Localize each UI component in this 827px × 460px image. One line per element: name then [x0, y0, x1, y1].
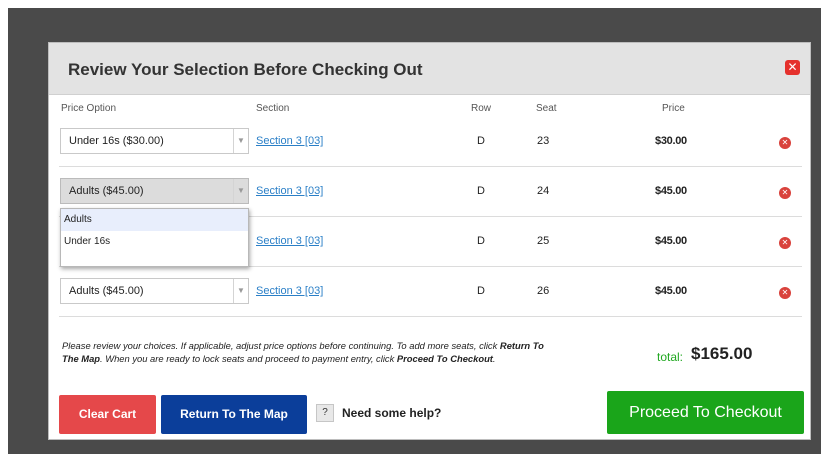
- proceed-to-checkout-button[interactable]: Proceed To Checkout: [607, 391, 804, 434]
- remove-seat-icon[interactable]: ✕: [779, 237, 791, 249]
- dropdown-option-under-16s[interactable]: Under 16s: [61, 231, 248, 253]
- modal-title: Review Your Selection Before Checking Ou…: [68, 60, 423, 79]
- table-row: Under 16s ($30.00) ▼ Section 3 [03] D 23…: [59, 117, 802, 167]
- row-value: D: [477, 235, 485, 247]
- section-link[interactable]: Section 3 [03]: [256, 285, 323, 297]
- chevron-down-icon[interactable]: ▼: [233, 179, 248, 203]
- seat-value: 24: [537, 185, 550, 197]
- col-header-price-option: Price Option: [61, 103, 117, 114]
- price-value: $45.00: [655, 185, 687, 197]
- note-bold-checkout: Proceed To Checkout: [396, 353, 493, 364]
- price-option-select[interactable]: Adults ($45.00) ▼: [60, 178, 249, 204]
- row-value: D: [477, 285, 485, 297]
- remove-seat-icon[interactable]: ✕: [779, 187, 791, 199]
- col-header-price: Price: [662, 103, 685, 114]
- col-header-section: Section: [256, 103, 290, 114]
- clear-cart-button[interactable]: Clear Cart: [59, 395, 156, 434]
- row-value: D: [477, 185, 485, 197]
- section-link[interactable]: Section 3 [03]: [256, 135, 323, 147]
- section-link[interactable]: Section 3 [03]: [256, 185, 323, 197]
- help-icon[interactable]: ?: [316, 404, 334, 422]
- price-option-value: Adults ($45.00): [69, 185, 144, 197]
- instructions-note: Please review your choices. If applicabl…: [62, 339, 562, 365]
- price-option-dropdown: Adults Under 16s: [60, 208, 249, 267]
- return-to-map-button[interactable]: Return To The Map: [161, 395, 307, 434]
- seat-value: 23: [537, 135, 550, 147]
- col-header-row: Row: [471, 103, 492, 114]
- seat-value: 26: [537, 285, 550, 297]
- close-icon[interactable]: ✕: [785, 60, 800, 75]
- price-value: $45.00: [655, 285, 687, 297]
- price-option-value: Under 16s ($30.00): [69, 135, 164, 147]
- price-value: $45.00: [655, 235, 687, 247]
- remove-seat-icon[interactable]: ✕: [779, 137, 791, 149]
- note-text: Please review your choices. If applicabl…: [62, 340, 500, 351]
- section-link[interactable]: Section 3 [03]: [256, 235, 323, 247]
- modal-header: Review Your Selection Before Checking Ou…: [49, 43, 810, 95]
- remove-seat-icon[interactable]: ✕: [779, 287, 791, 299]
- col-header-seat: Seat: [536, 103, 557, 114]
- price-option-select[interactable]: Under 16s ($30.00) ▼: [60, 128, 249, 154]
- total-value: $165.00: [691, 344, 753, 363]
- chevron-down-icon[interactable]: ▼: [233, 279, 248, 303]
- dropdown-option-adults[interactable]: Adults: [61, 209, 248, 231]
- row-value: D: [477, 135, 485, 147]
- help-link[interactable]: Need some help?: [342, 406, 441, 420]
- table-row: Adults ($45.00) ▼ Section 3 [03] D 26 $4…: [59, 267, 802, 317]
- total-label: total:: [657, 350, 684, 364]
- price-option-select[interactable]: Adults ($45.00) ▼: [60, 278, 249, 304]
- price-option-value: Adults ($45.00): [69, 285, 144, 297]
- chevron-down-icon[interactable]: ▼: [233, 129, 248, 153]
- note-text: . When you are ready to lock seats and p…: [100, 353, 397, 364]
- price-value: $30.00: [655, 135, 687, 147]
- note-text: .: [492, 353, 496, 364]
- seat-value: 25: [537, 235, 550, 247]
